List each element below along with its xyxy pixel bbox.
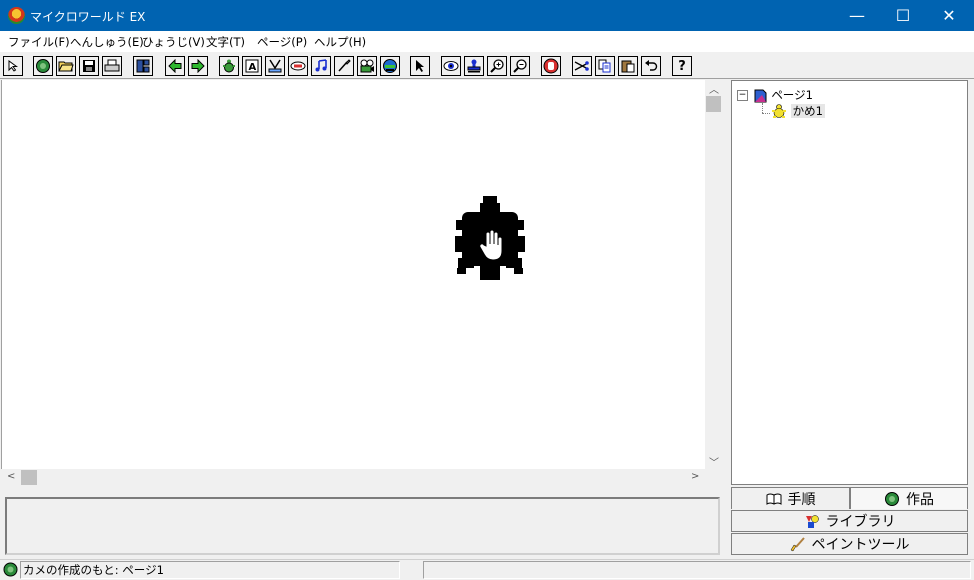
maximize-button[interactable]: ☐ (880, 0, 926, 31)
scroll-up-icon[interactable]: ︿ (709, 81, 719, 96)
status-pane-right (423, 561, 971, 579)
title-bar: マイクロワールド EX — ☐ ✕ (0, 0, 974, 31)
paint-brush-icon[interactable] (334, 56, 354, 76)
scroll-left-icon[interactable]: < (7, 471, 15, 482)
pointer-arrow-icon[interactable] (3, 56, 23, 76)
tab-project[interactable]: 作品 (850, 487, 968, 509)
print-icon[interactable] (102, 56, 122, 76)
collapse-icon[interactable]: − (737, 90, 748, 101)
page-icon (754, 89, 767, 102)
new-project-icon[interactable] (33, 56, 53, 76)
tree-connector (762, 103, 764, 113)
paste-icon[interactable] (618, 56, 638, 76)
save-disk-icon[interactable] (79, 56, 99, 76)
paintbrush-icon (790, 536, 805, 551)
slider-icon[interactable] (288, 56, 308, 76)
tab-project-label: 作品 (906, 491, 934, 508)
eye-icon[interactable] (441, 56, 461, 76)
toolbar: A ? (0, 51, 974, 79)
new-turtle-icon[interactable] (219, 56, 239, 76)
page-sorter-icon[interactable] (133, 56, 153, 76)
video-icon[interactable] (357, 56, 377, 76)
menu-help[interactable]: ヘルプ(H) (314, 34, 366, 50)
tree-turtle-label[interactable]: かめ1 (790, 104, 825, 118)
command-center[interactable] (5, 497, 720, 555)
tab-procedures-label: 手順 (787, 491, 816, 508)
minimize-button[interactable]: — (834, 0, 880, 31)
scroll-right-icon[interactable]: > (691, 471, 699, 482)
tree-item-turtle[interactable]: かめ1 (771, 103, 825, 119)
zoom-out-icon[interactable] (510, 56, 530, 76)
copy-icon[interactable] (595, 56, 615, 76)
forward-arrow-icon[interactable] (188, 56, 208, 76)
tab-library[interactable]: ライブラリ (731, 510, 968, 532)
help-icon[interactable]: ? (672, 56, 692, 76)
project-globe-icon (885, 491, 899, 506)
select-icon[interactable] (410, 56, 430, 76)
svg-text:A: A (249, 62, 257, 73)
project-tree[interactable]: − ページ1 かめ1 (731, 80, 968, 485)
tree-item-page[interactable]: − ページ1 (737, 87, 813, 103)
menu-bar: ファイル(F) へんしゅう(E) ひょうじ(V) 文字(T) ページ(P) ヘル… (0, 31, 974, 51)
music-icon[interactable] (311, 56, 331, 76)
shapes-icon (805, 514, 819, 528)
menu-view[interactable]: ひょうじ(V) (142, 34, 205, 50)
window-title: マイクロワールド EX (30, 10, 146, 24)
vertical-scroll-thumb[interactable] (706, 96, 721, 112)
turtle-sprite[interactable] (453, 196, 527, 282)
menu-file[interactable]: ファイル(F) (8, 34, 70, 50)
menu-edit[interactable]: へんしゅう(E) (70, 34, 144, 50)
cut-icon[interactable] (572, 56, 592, 76)
tab-procedures[interactable]: 手順 (731, 487, 850, 509)
back-arrow-icon[interactable] (165, 56, 185, 76)
open-folder-icon[interactable] (56, 56, 76, 76)
tab-paint-tools[interactable]: ペイントツール (731, 533, 968, 555)
globe-icon[interactable] (380, 56, 400, 76)
close-button[interactable]: ✕ (926, 0, 972, 31)
turtle-icon (772, 104, 786, 118)
vertical-scrollbar[interactable]: ︿ ﹀ (705, 80, 722, 469)
horizontal-scrollbar[interactable]: < > (1, 469, 705, 486)
tree-page-label[interactable]: ページ1 (771, 88, 813, 102)
stamp-icon[interactable] (464, 56, 484, 76)
horizontal-scroll-thumb[interactable] (21, 470, 37, 485)
tab-library-label: ライブラリ (825, 514, 896, 530)
tab-paint-tools-label: ペイントツール (811, 537, 910, 553)
undo-icon[interactable] (641, 56, 661, 76)
zoom-in-icon[interactable] (487, 56, 507, 76)
status-globe-icon (3, 562, 18, 577)
menu-page[interactable]: ページ(P) (257, 34, 307, 50)
menu-text[interactable]: 文字(T) (206, 34, 245, 50)
book-icon (766, 493, 781, 505)
page-canvas[interactable] (1, 80, 706, 469)
status-bar: カメの作成のもと: ページ1 (0, 559, 974, 580)
tree-connector (762, 113, 770, 115)
stop-hand-icon[interactable] (541, 56, 561, 76)
button-tool-icon[interactable] (265, 56, 285, 76)
text-box-icon[interactable]: A (242, 56, 262, 76)
status-text: カメの作成のもと: ページ1 (20, 561, 400, 579)
microworlds-app-icon (8, 7, 25, 24)
scroll-down-icon[interactable]: ﹀ (709, 454, 719, 469)
